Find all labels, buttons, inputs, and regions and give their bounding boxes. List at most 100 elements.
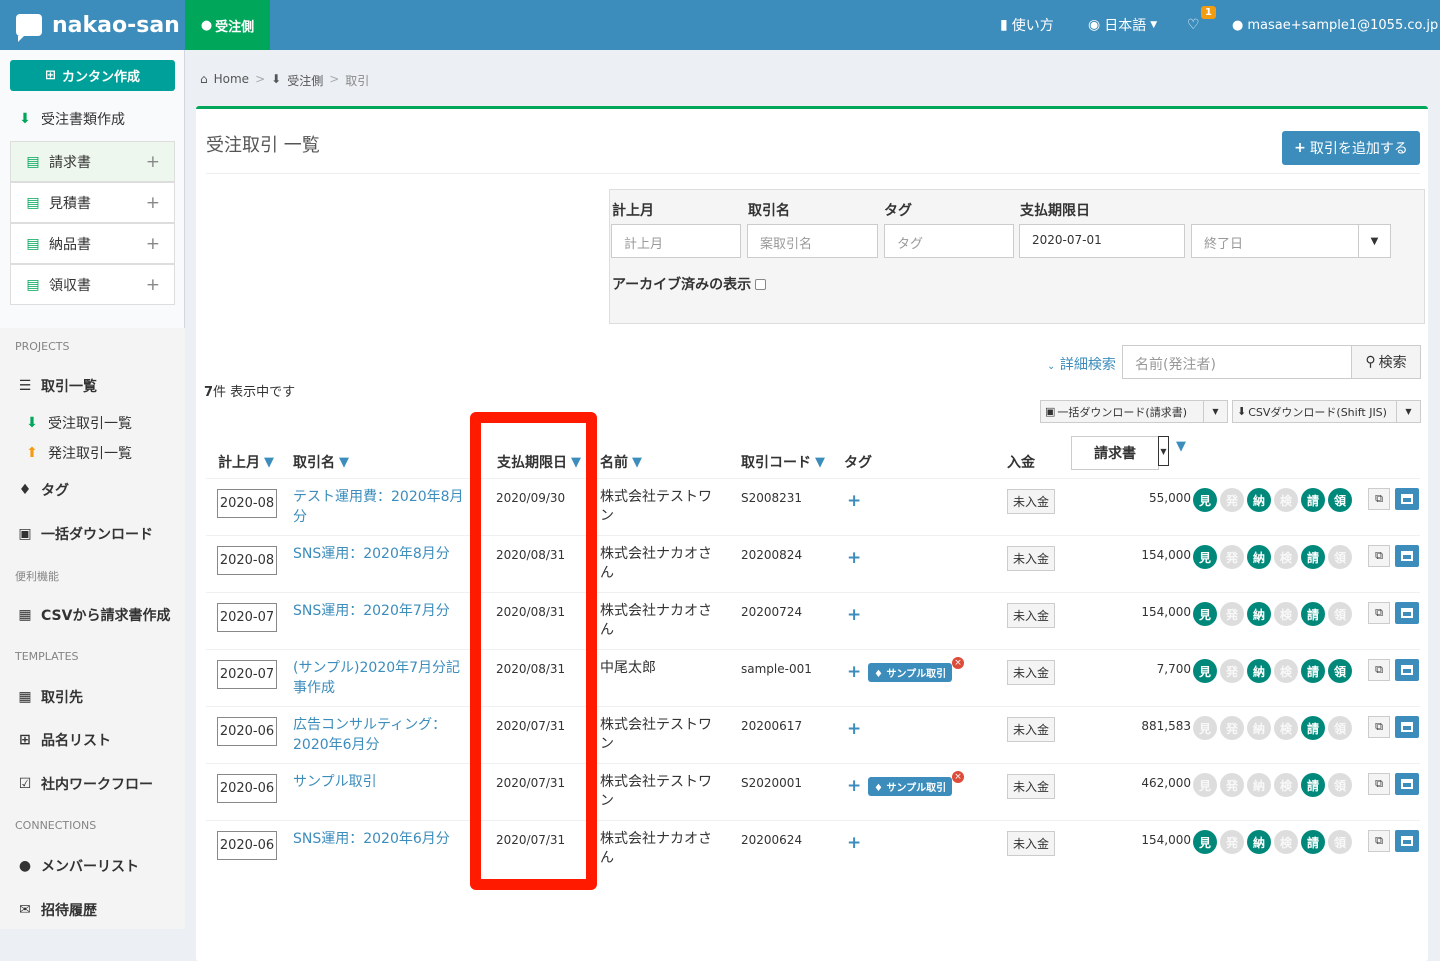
doc-status-4[interactable]: 請 (1301, 773, 1325, 797)
breadcrumb-home[interactable]: Home (214, 72, 249, 89)
archive-button[interactable] (1395, 830, 1419, 852)
sidebar-item-invites[interactable]: ✉ 招待履歴 (0, 899, 185, 921)
doc-status-1[interactable]: 発 (1220, 488, 1244, 512)
notifications-button[interactable]: ♡ (1187, 0, 1200, 50)
doc-status-0[interactable]: 見 (1193, 659, 1217, 683)
sidebar-item-items[interactable]: ⊞ 品名リスト (0, 729, 185, 751)
month-field[interactable]: 2020-06 (217, 774, 277, 803)
doc-status-2[interactable]: 納 (1247, 830, 1271, 854)
advanced-search-link[interactable]: ⌄ 詳細検索 (1047, 354, 1116, 374)
copy-button[interactable]: ⧉ (1368, 830, 1390, 852)
doc-status-3[interactable]: 検 (1274, 602, 1298, 626)
doc-status-3[interactable]: 検 (1274, 659, 1298, 683)
plus-icon[interactable]: + (146, 193, 160, 213)
sidebar-item-workflow[interactable]: ☑ 社内ワークフロー (0, 773, 185, 795)
month-field[interactable]: 2020-08 (217, 546, 277, 575)
user-menu[interactable]: ●masae+sample1@1055.co.jp▼ (1232, 0, 1440, 50)
doc-status-4[interactable]: 請 (1301, 716, 1325, 740)
month-field[interactable]: 2020-07 (217, 603, 277, 632)
doc-status-0[interactable]: 見 (1193, 773, 1217, 797)
remove-tag-icon[interactable]: × (952, 771, 964, 783)
doc-status-4[interactable]: 請 (1301, 545, 1325, 569)
sidebar-item-members[interactable]: ● メンバーリスト (0, 855, 185, 877)
sidebar-item-clients[interactable]: ▦ 取引先 (0, 686, 185, 708)
sidebar-item-tags[interactable]: ♦ タグ (0, 479, 185, 501)
doc-status-1[interactable]: 発 (1220, 716, 1244, 740)
doc-status-1[interactable]: 発 (1220, 659, 1244, 683)
add-tag-icon[interactable]: + (847, 719, 861, 739)
column-code[interactable]: 取引コード ▼ (741, 452, 825, 472)
doc-status-2[interactable]: 納 (1247, 773, 1271, 797)
payment-status[interactable]: 未入金 (1007, 717, 1056, 742)
doc-status-5[interactable]: 領 (1328, 659, 1352, 683)
add-tag-icon[interactable]: + (847, 491, 861, 511)
archive-button[interactable] (1395, 488, 1419, 510)
search-input[interactable]: 名前(発注者) (1122, 345, 1352, 379)
due-end-dropdown[interactable]: ▼ (1358, 224, 1391, 258)
doc-status-0[interactable]: 見 (1193, 545, 1217, 569)
doc-status-4[interactable]: 請 (1301, 602, 1325, 626)
doc-status-2[interactable]: 納 (1247, 716, 1271, 740)
doc-sort[interactable]: ▼ (1172, 439, 1186, 454)
sidebar-item-bulk-download[interactable]: ▣ 一括ダウンロード (0, 523, 185, 545)
doc-status-0[interactable]: 見 (1193, 830, 1217, 854)
doc-status-4[interactable]: 請 (1301, 659, 1325, 683)
language-dropdown[interactable]: ◉ 日本語 ▼ (1088, 0, 1157, 50)
month-field[interactable]: 2020-06 (217, 831, 277, 860)
doc-status-5[interactable]: 領 (1328, 488, 1352, 512)
copy-button[interactable]: ⧉ (1368, 716, 1390, 738)
deal-name-link[interactable]: (サンプル)2020年7月分記事作成 (293, 658, 471, 698)
due-start-input[interactable]: 2020-07-01 (1019, 224, 1185, 258)
doc-status-0[interactable]: 見 (1193, 716, 1217, 740)
archive-button[interactable] (1395, 545, 1419, 567)
doc-status-3[interactable]: 検 (1274, 488, 1298, 512)
help-link[interactable]: ▮ 使い方 (1000, 0, 1054, 50)
doc-status-3[interactable]: 検 (1274, 773, 1298, 797)
sidebar-item-csv-invoice[interactable]: ▦ CSVから請求書作成 (0, 604, 185, 626)
doc-type-select[interactable]: 請求書 (1071, 436, 1159, 470)
add-tag-icon[interactable]: + (847, 662, 861, 682)
doc-type-dropdown[interactable]: ▼ (1158, 436, 1169, 466)
month-field[interactable]: 2020-08 (217, 489, 277, 518)
payment-status[interactable]: 未入金 (1007, 546, 1056, 571)
add-tag-icon[interactable]: + (847, 833, 861, 853)
doc-status-4[interactable]: 請 (1301, 488, 1325, 512)
archive-button[interactable] (1395, 659, 1419, 681)
payment-status[interactable]: 未入金 (1007, 489, 1056, 514)
doc-status-2[interactable]: 納 (1247, 488, 1271, 512)
bulk-download-button[interactable]: ▣ 一括ダウンロード(請求書) ▼ (1040, 400, 1228, 423)
breadcrumb-section[interactable]: 受注側 (287, 72, 323, 89)
payment-status[interactable]: 未入金 (1007, 831, 1056, 856)
doc-status-5[interactable]: 領 (1328, 773, 1352, 797)
doc-status-0[interactable]: 見 (1193, 488, 1217, 512)
doc-status-1[interactable]: 発 (1220, 602, 1244, 626)
archive-button[interactable] (1395, 773, 1419, 795)
doc-status-3[interactable]: 検 (1274, 716, 1298, 740)
month-input[interactable]: 計上月 (611, 224, 741, 258)
doc-status-1[interactable]: 発 (1220, 773, 1244, 797)
payment-status[interactable]: 未入金 (1007, 774, 1056, 799)
doc-status-1[interactable]: 発 (1220, 545, 1244, 569)
tag-badge[interactable]: ♦ サンプル取引 (868, 663, 953, 682)
doc-delivery[interactable]: ▤ 納品書 + (10, 223, 175, 264)
doc-status-5[interactable]: 領 (1328, 602, 1352, 626)
copy-button[interactable]: ⧉ (1368, 773, 1390, 795)
doc-status-2[interactable]: 納 (1247, 545, 1271, 569)
quick-create-button[interactable]: ⊞ カンタン作成 (10, 60, 175, 91)
doc-estimate[interactable]: ▤ 見積書 + (10, 182, 175, 223)
copy-button[interactable]: ⧉ (1368, 488, 1390, 510)
remove-tag-icon[interactable]: × (952, 657, 964, 669)
tag-input[interactable]: タグ (884, 224, 1014, 258)
add-tag-icon[interactable]: + (847, 776, 861, 796)
plus-icon[interactable]: + (146, 234, 160, 254)
doc-status-3[interactable]: 検 (1274, 545, 1298, 569)
copy-button[interactable]: ⧉ (1368, 602, 1390, 624)
sidebar-item-deals[interactable]: ☰ 取引一覧 (0, 375, 185, 397)
doc-status-5[interactable]: 領 (1328, 545, 1352, 569)
tab-received-side[interactable]: ● 受注側 (185, 0, 270, 50)
archive-button[interactable] (1395, 602, 1419, 624)
caret-down-icon[interactable]: ▼ (1396, 401, 1420, 422)
doc-status-5[interactable]: 領 (1328, 716, 1352, 740)
doc-status-2[interactable]: 納 (1247, 659, 1271, 683)
brand-logo[interactable]: nakao-san (0, 0, 185, 50)
